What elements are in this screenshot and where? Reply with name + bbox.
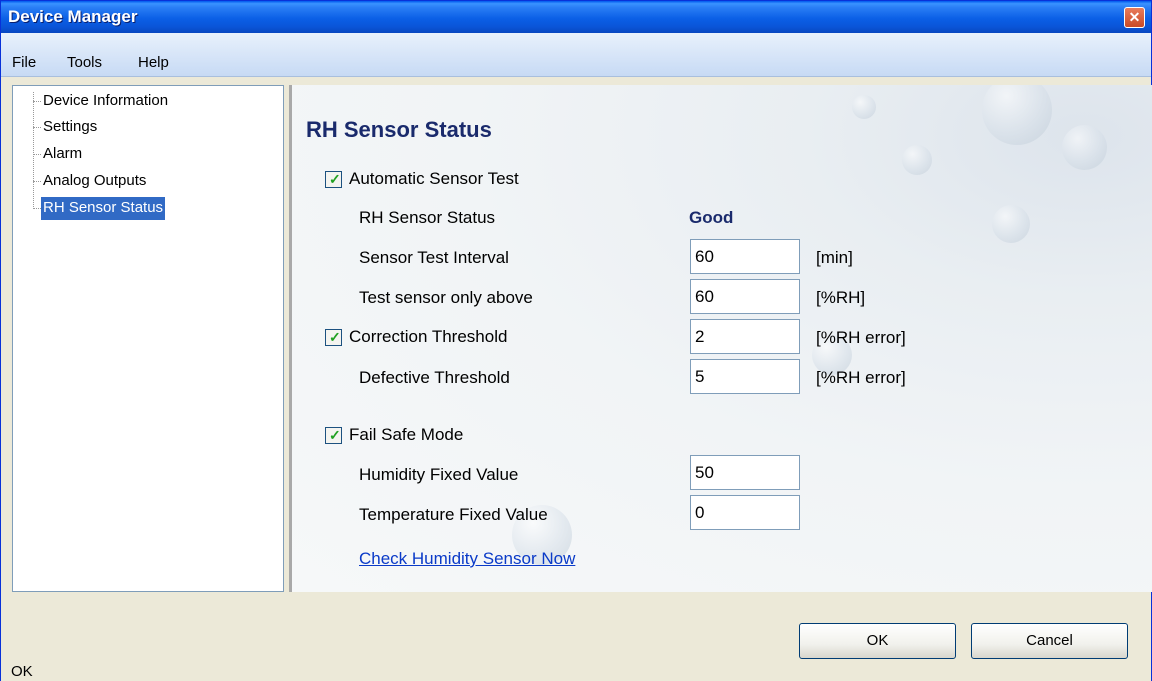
fail-safe-mode-checkbox[interactable]: ✓: [325, 427, 342, 444]
menu-tools[interactable]: Tools: [67, 54, 102, 71]
tree-connector-line: [33, 92, 34, 209]
test-sensor-only-above-label: Test sensor only above: [359, 288, 533, 307]
ok-button[interactable]: OK: [799, 623, 956, 659]
dialog-footer: OK Cancel OK: [1, 593, 1151, 681]
menu-help[interactable]: Help: [138, 54, 169, 71]
tree-connector-line: [33, 127, 41, 128]
humidity-fixed-value-input[interactable]: 50: [690, 455, 800, 490]
checkmark-icon: ✓: [329, 329, 341, 345]
tree-connector-line: [33, 101, 41, 102]
tree-item-analog-outputs[interactable]: Analog Outputs: [41, 170, 148, 193]
background-bubble: [1062, 125, 1107, 170]
tree-connector-line: [33, 154, 41, 155]
background-bubble: [902, 145, 932, 175]
temperature-fixed-value-input[interactable]: 0: [690, 495, 800, 530]
sensor-test-interval-input[interactable]: 60: [690, 239, 800, 274]
humidity-fixed-value-label: Humidity Fixed Value: [359, 465, 519, 484]
close-icon[interactable]: ✕: [1124, 7, 1145, 28]
title-bar[interactable]: Device Manager ✕: [1, 1, 1151, 33]
tree-connector-line: [33, 181, 41, 182]
navigation-tree: Device Information Settings Alarm Analog…: [12, 85, 284, 592]
tree-item-device-information[interactable]: Device Information: [41, 90, 170, 113]
temperature-fixed-value-label: Temperature Fixed Value: [359, 505, 548, 524]
tree-item-rh-sensor-status[interactable]: RH Sensor Status: [41, 197, 166, 220]
sensor-test-interval-label: Sensor Test Interval: [359, 248, 509, 267]
window-title: Device Manager: [8, 7, 138, 26]
automatic-sensor-test-label: Automatic Sensor Test: [349, 169, 519, 188]
defective-threshold-label: Defective Threshold: [359, 368, 510, 387]
automatic-sensor-test-checkbox[interactable]: ✓: [325, 171, 342, 188]
correction-threshold-unit: [%RH error]: [816, 328, 906, 347]
background-bubble: [852, 95, 876, 119]
correction-threshold-label: Correction Threshold: [349, 327, 508, 346]
background-bubble: [992, 205, 1030, 243]
panel-heading: RH Sensor Status: [306, 117, 492, 142]
check-humidity-sensor-link[interactable]: Check Humidity Sensor Now: [359, 549, 575, 569]
fail-safe-mode-label: Fail Safe Mode: [349, 425, 464, 444]
correction-threshold-input[interactable]: 2: [690, 319, 800, 354]
checkmark-icon: ✓: [329, 427, 341, 443]
rh-sensor-status-value: Good: [689, 208, 734, 227]
tree-item-settings[interactable]: Settings: [41, 116, 99, 139]
menu-file[interactable]: File: [12, 54, 36, 71]
tree-item-alarm[interactable]: Alarm: [41, 143, 84, 166]
cancel-button[interactable]: Cancel: [971, 623, 1128, 659]
rh-sensor-status-label: RH Sensor Status: [359, 208, 496, 227]
test-sensor-only-above-input[interactable]: 60: [690, 279, 800, 314]
sensor-test-interval-unit: [min]: [816, 248, 853, 267]
defective-threshold-input[interactable]: 5: [690, 359, 800, 394]
checkmark-icon: ✓: [329, 171, 341, 187]
menu-bar: File Tools Help: [1, 33, 1151, 77]
status-bar-text: OK: [11, 663, 33, 680]
tree-connector-line: [33, 208, 41, 209]
device-manager-window: Device Manager ✕ File Tools Help Device …: [0, 0, 1152, 681]
correction-threshold-checkbox[interactable]: ✓: [325, 329, 342, 346]
test-sensor-only-above-unit: [%RH]: [816, 288, 866, 307]
background-bubble: [982, 85, 1052, 145]
rh-sensor-status-panel: RH Sensor Status ✓ Automatic Sensor Test…: [289, 85, 1152, 592]
defective-threshold-unit: [%RH error]: [816, 368, 906, 387]
